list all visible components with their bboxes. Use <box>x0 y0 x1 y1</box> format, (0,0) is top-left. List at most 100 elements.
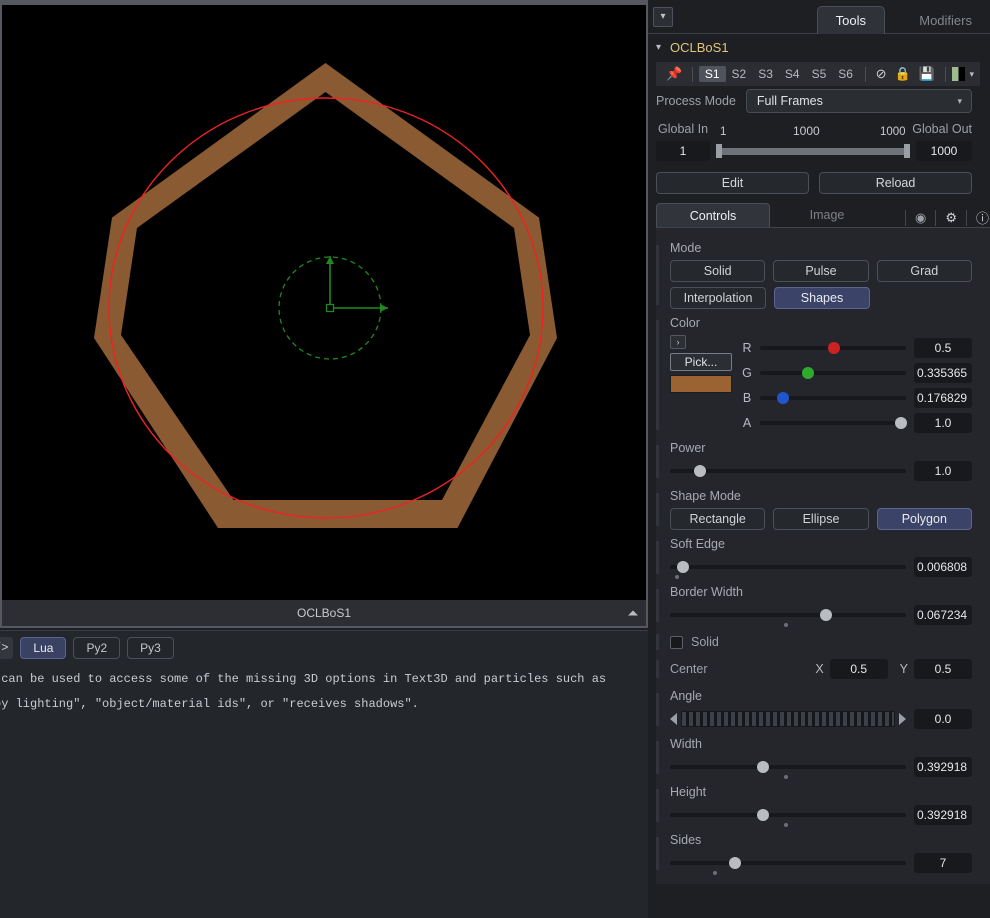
range-end-mark: 1000 <box>880 126 906 138</box>
mode-button-grad[interactable]: Grad <box>876 260 972 282</box>
slider-width[interactable] <box>670 758 906 779</box>
process-mode-select[interactable]: Full Frames ▾ <box>745 89 972 113</box>
node-header[interactable]: ▾ OCLBoS1 <box>648 34 990 60</box>
lang-button-py2[interactable]: Py2 <box>73 637 121 659</box>
state-button-s2[interactable]: S2 <box>726 66 753 82</box>
tab-image[interactable]: Image <box>770 203 884 227</box>
viewer-pane[interactable] <box>0 0 648 600</box>
slider-track <box>670 565 906 569</box>
range-handle-right[interactable] <box>904 144 910 158</box>
slider-border-width[interactable] <box>670 606 906 627</box>
slider-b[interactable] <box>760 389 906 407</box>
mask-icon[interactable]: ◉ <box>915 210 926 226</box>
tab-tools[interactable]: Tools <box>816 6 885 34</box>
angle-thumbwheel[interactable] <box>670 709 906 729</box>
left-arrow-icon[interactable] <box>670 713 677 725</box>
value-field-g[interactable]: 0.335365 <box>914 363 972 383</box>
slider-g[interactable] <box>760 364 906 382</box>
console-output[interactable]: can be used to access some of the missin… <box>0 667 648 717</box>
save-icon[interactable]: 💾 <box>915 66 939 82</box>
slider-knob[interactable] <box>757 809 770 821</box>
color-swatch[interactable] <box>670 375 732 393</box>
slider-sides[interactable] <box>670 854 906 875</box>
slider-knob[interactable] <box>802 367 815 379</box>
global-range-slider[interactable] <box>716 144 910 158</box>
solid-checkbox-row[interactable]: Solid <box>670 630 972 654</box>
sides-row: 7 <box>670 852 972 875</box>
shape-button-polygon[interactable]: Polygon <box>876 508 972 530</box>
value-field-sides[interactable]: 7 <box>914 853 972 873</box>
expand-color-button[interactable]: › <box>670 335 686 349</box>
chevron-down-icon[interactable]: ▾ <box>653 7 673 27</box>
state-button-s5[interactable]: S5 <box>806 66 833 82</box>
value-field-angle[interactable]: 0.0 <box>914 709 972 729</box>
color-swatch-icon[interactable] <box>951 67 966 81</box>
disable-icon[interactable]: ⊘ <box>872 66 891 82</box>
lock-icon[interactable]: 🔒 <box>891 66 915 82</box>
range-handle-left[interactable] <box>716 144 722 158</box>
shape-button-ellipse[interactable]: Ellipse <box>773 508 869 530</box>
tab-modifiers[interactable]: Modifiers <box>901 6 990 34</box>
viewer-canvas[interactable] <box>2 5 646 600</box>
value-field-width[interactable]: 0.392918 <box>914 757 972 777</box>
lang-button-py3[interactable]: Py3 <box>127 637 174 659</box>
mode-button-interpolation[interactable]: Interpolation <box>670 287 766 309</box>
chevron-down-icon[interactable]: ▾ <box>656 42 661 53</box>
tab-controls[interactable]: Controls <box>656 203 770 227</box>
value-field-soft-edge[interactable]: 0.006808 <box>914 557 972 577</box>
slider-knob[interactable] <box>819 609 832 621</box>
shape-mode-title: Shape Mode <box>670 489 741 503</box>
value-field-power[interactable]: 1.0 <box>914 461 972 481</box>
slider-knob[interactable] <box>776 392 789 404</box>
info-icon[interactable]: ⓘ <box>976 208 989 227</box>
slider-knob[interactable] <box>757 761 770 773</box>
slider-knob[interactable] <box>676 561 689 573</box>
solid-checkbox[interactable] <box>670 635 683 649</box>
mode-title: Mode <box>670 241 702 255</box>
caret-up-icon[interactable] <box>628 610 638 616</box>
mode-button-shapes[interactable]: Shapes <box>774 287 870 309</box>
edit-button[interactable]: Edit <box>656 172 809 194</box>
slider-power[interactable] <box>670 462 906 480</box>
slider-soft-edge[interactable] <box>670 558 906 579</box>
reload-button[interactable]: Reload <box>819 172 972 194</box>
slider-knob[interactable] <box>728 857 741 869</box>
right-arrow-icon[interactable] <box>899 713 906 725</box>
state-button-s3[interactable]: S3 <box>752 66 779 82</box>
slider-r[interactable] <box>760 339 906 357</box>
mode-button-solid[interactable]: Solid <box>670 260 766 282</box>
value-field-a[interactable]: 1.0 <box>914 413 972 433</box>
state-button-s4[interactable]: S4 <box>779 66 806 82</box>
process-mode-row: Process Mode Full Frames ▾ <box>648 86 990 116</box>
value-field-b[interactable]: 0.176829 <box>914 388 972 408</box>
pin-icon[interactable]: 📌 <box>662 66 686 82</box>
value-field-height[interactable]: 0.392918 <box>914 805 972 825</box>
pick-color-button[interactable]: Pick... <box>670 353 732 371</box>
border-width-section: Border Width 0.067234 <box>656 585 990 627</box>
state-button-s6[interactable]: S6 <box>832 66 859 82</box>
global-in-field[interactable]: 1 <box>656 141 710 161</box>
width-row: 0.392918 <box>670 756 972 779</box>
global-out-field[interactable]: 1000 <box>916 141 972 161</box>
value-field-border-width[interactable]: 0.067234 <box>914 605 972 625</box>
center-y-field[interactable]: 0.5 <box>914 659 972 679</box>
slider-a[interactable] <box>760 414 907 432</box>
viewer-titlebar[interactable]: OCLBoS1 <box>0 600 648 628</box>
caret-down-icon[interactable]: ▾ <box>969 69 974 80</box>
state-button-s1[interactable]: S1 <box>698 66 726 82</box>
center-x-field[interactable]: 0.5 <box>829 659 888 679</box>
slider-height[interactable] <box>670 806 906 827</box>
sides-title: Sides <box>670 833 702 847</box>
shape-button-rectangle[interactable]: Rectangle <box>670 508 766 530</box>
lang-button-lua[interactable]: Lua <box>20 637 67 659</box>
value-field-r[interactable]: 0.5 <box>914 338 972 358</box>
mode-button-pulse[interactable]: Pulse <box>773 260 869 282</box>
gear-icon[interactable]: ⚙ <box>945 210 957 226</box>
slider-knob[interactable] <box>693 465 706 477</box>
power-title: Power <box>670 441 706 455</box>
thumbwheel-track[interactable] <box>681 711 895 727</box>
slider-knob[interactable] <box>828 342 841 354</box>
slider-knob[interactable] <box>894 417 907 429</box>
code-tag-icon[interactable]: /> <box>0 637 14 659</box>
control-icon-group: ◉ ⚙ ⓘ <box>896 208 989 227</box>
